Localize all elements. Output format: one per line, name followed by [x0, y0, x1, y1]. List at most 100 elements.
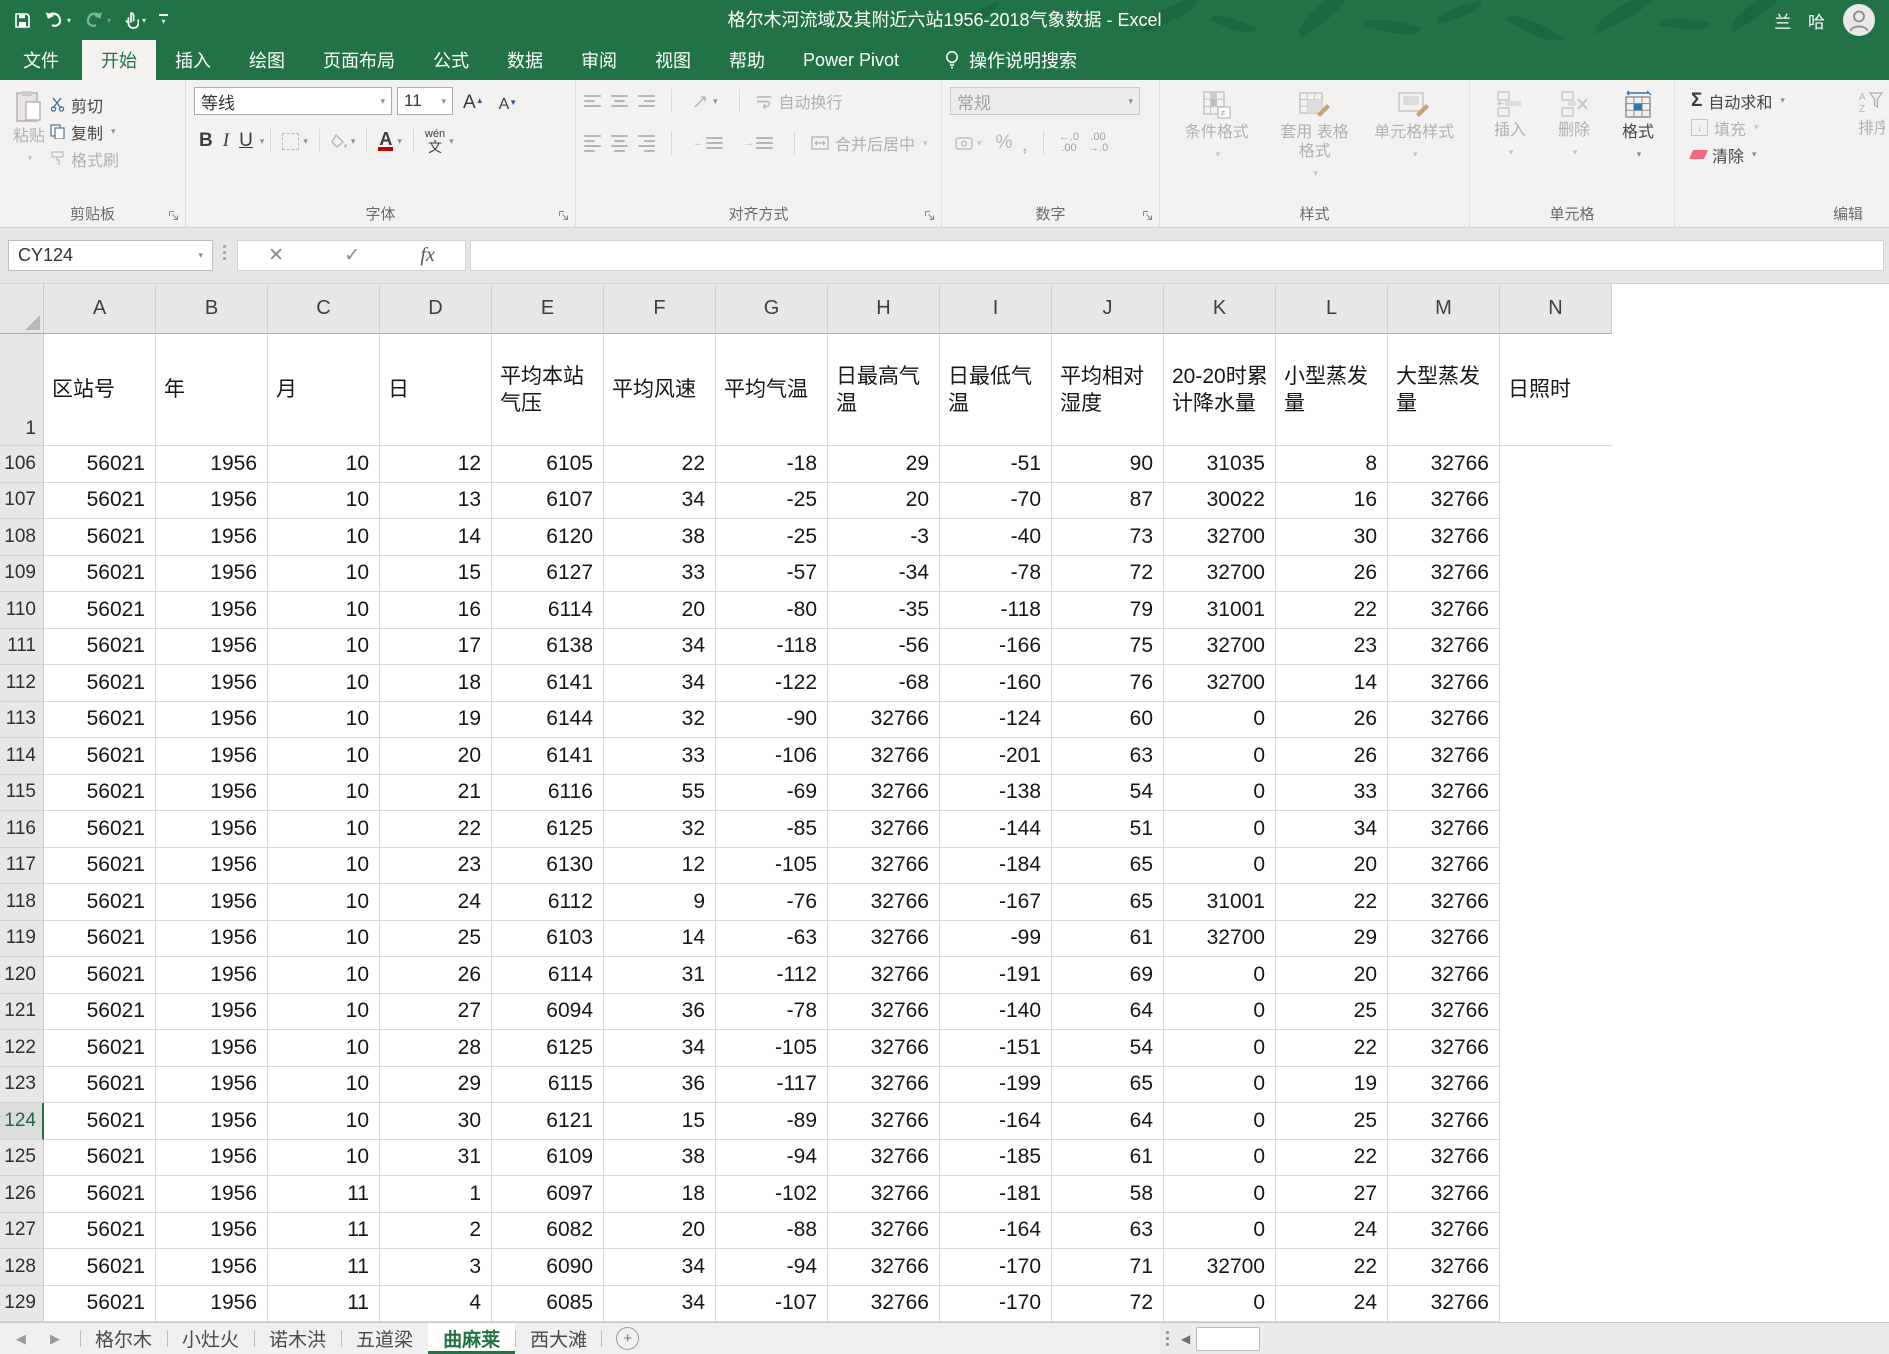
cell-N114[interactable]: [1500, 738, 1612, 775]
cell-M108[interactable]: 32766: [1388, 519, 1500, 556]
tell-me-search[interactable]: 操作说明搜索: [944, 40, 1077, 80]
cell-K127[interactable]: 0: [1164, 1213, 1276, 1250]
cell-J123[interactable]: 65: [1052, 1067, 1164, 1104]
cell-E119[interactable]: 6103: [492, 921, 604, 958]
italic-button[interactable]: I: [218, 128, 234, 154]
row-header-124[interactable]: 124: [0, 1103, 44, 1140]
cell-N127[interactable]: [1500, 1213, 1612, 1250]
row-header-125[interactable]: 125: [0, 1140, 44, 1177]
cell-A115[interactable]: 56021: [44, 775, 156, 812]
cell-J110[interactable]: 79: [1052, 592, 1164, 629]
cell-M1[interactable]: 大型蒸发量: [1388, 334, 1500, 446]
row-header-107[interactable]: 107: [0, 483, 44, 520]
row-header-122[interactable]: 122: [0, 1030, 44, 1067]
cell-M129[interactable]: 32766: [1388, 1286, 1500, 1323]
cell-N123[interactable]: [1500, 1067, 1612, 1104]
cell-M124[interactable]: 32766: [1388, 1103, 1500, 1140]
cell-I115[interactable]: -138: [940, 775, 1052, 812]
cell-N111[interactable]: [1500, 629, 1612, 666]
new-sheet-button[interactable]: +: [616, 1327, 639, 1350]
cell-C112[interactable]: 10: [268, 665, 380, 702]
cell-C106[interactable]: 10: [268, 446, 380, 483]
cell-L107[interactable]: 16: [1276, 483, 1388, 520]
cell-A121[interactable]: 56021: [44, 994, 156, 1031]
tab-insert[interactable]: 插入: [156, 40, 230, 80]
cell-C110[interactable]: 10: [268, 592, 380, 629]
comma-style-button[interactable]: ,: [1021, 138, 1027, 148]
cell-I118[interactable]: -167: [940, 884, 1052, 921]
align-left-icon[interactable]: [584, 135, 601, 152]
cell-D108[interactable]: 14: [380, 519, 492, 556]
cell-M119[interactable]: 32766: [1388, 921, 1500, 958]
cell-E125[interactable]: 6109: [492, 1140, 604, 1177]
cell-B125[interactable]: 1956: [156, 1140, 268, 1177]
cell-L106[interactable]: 8: [1276, 446, 1388, 483]
cell-L128[interactable]: 22: [1276, 1249, 1388, 1286]
cell-A117[interactable]: 56021: [44, 848, 156, 885]
column-header-H[interactable]: H: [828, 284, 940, 334]
cell-L112[interactable]: 14: [1276, 665, 1388, 702]
insert-cells-button[interactable]: 插入 ▾: [1478, 87, 1542, 203]
cell-F113[interactable]: 32: [604, 702, 716, 739]
cell-B114[interactable]: 1956: [156, 738, 268, 775]
cell-N124[interactable]: [1500, 1103, 1612, 1140]
cell-F108[interactable]: 38: [604, 519, 716, 556]
cell-F118[interactable]: 9: [604, 884, 716, 921]
cell-C115[interactable]: 10: [268, 775, 380, 812]
row-header-128[interactable]: 128: [0, 1249, 44, 1286]
undo-dropdown[interactable]: ▾: [67, 16, 71, 25]
cell-J108[interactable]: 73: [1052, 519, 1164, 556]
align-right-icon[interactable]: [638, 135, 655, 152]
cell-A109[interactable]: 56021: [44, 556, 156, 593]
cell-E109[interactable]: 6127: [492, 556, 604, 593]
sheet-tab-xiaozaohuo[interactable]: 小灶火: [167, 1323, 254, 1354]
cell-H120[interactable]: 32766: [828, 957, 940, 994]
cell-G118[interactable]: -76: [716, 884, 828, 921]
cell-E126[interactable]: 6097: [492, 1176, 604, 1213]
cell-M128[interactable]: 32766: [1388, 1249, 1500, 1286]
cell-I114[interactable]: -201: [940, 738, 1052, 775]
cell-K106[interactable]: 31035: [1164, 446, 1276, 483]
cell-L119[interactable]: 29: [1276, 921, 1388, 958]
align-top-icon[interactable]: [584, 95, 601, 107]
cell-F1[interactable]: 平均风速: [604, 334, 716, 446]
column-header-A[interactable]: A: [44, 284, 156, 334]
cell-E115[interactable]: 6116: [492, 775, 604, 812]
cell-D120[interactable]: 26: [380, 957, 492, 994]
cell-C127[interactable]: 11: [268, 1213, 380, 1250]
cell-D118[interactable]: 24: [380, 884, 492, 921]
cell-K128[interactable]: 32700: [1164, 1249, 1276, 1286]
cell-N115[interactable]: [1500, 775, 1612, 812]
cell-H106[interactable]: 29: [828, 446, 940, 483]
cell-I124[interactable]: -164: [940, 1103, 1052, 1140]
cell-K114[interactable]: 0: [1164, 738, 1276, 775]
cell-N106[interactable]: [1500, 446, 1612, 483]
cell-E127[interactable]: 6082: [492, 1213, 604, 1250]
cell-F127[interactable]: 20: [604, 1213, 716, 1250]
row-header-112[interactable]: 112: [0, 665, 44, 702]
cell-C124[interactable]: 10: [268, 1103, 380, 1140]
cell-G115[interactable]: -69: [716, 775, 828, 812]
cell-J109[interactable]: 72: [1052, 556, 1164, 593]
save-button[interactable]: [14, 12, 31, 29]
phonetic-guide-button[interactable]: wén 文 ▾: [420, 127, 459, 156]
scrollbar-thumb[interactable]: [1196, 1327, 1260, 1351]
cell-J116[interactable]: 51: [1052, 811, 1164, 848]
cell-N120[interactable]: [1500, 957, 1612, 994]
cell-G119[interactable]: -63: [716, 921, 828, 958]
sheet-nav-right-arrow[interactable]: ▶: [50, 1331, 60, 1347]
cell-L115[interactable]: 33: [1276, 775, 1388, 812]
cell-B120[interactable]: 1956: [156, 957, 268, 994]
cell-B111[interactable]: 1956: [156, 629, 268, 666]
cell-I111[interactable]: -166: [940, 629, 1052, 666]
fill-color-button[interactable]: ▾: [326, 132, 361, 151]
cell-D127[interactable]: 2: [380, 1213, 492, 1250]
cell-I128[interactable]: -170: [940, 1249, 1052, 1286]
column-header-D[interactable]: D: [380, 284, 492, 334]
cell-G125[interactable]: -94: [716, 1140, 828, 1177]
cell-G106[interactable]: -18: [716, 446, 828, 483]
cancel-entry-button[interactable]: ✕: [268, 244, 284, 267]
cell-J127[interactable]: 63: [1052, 1213, 1164, 1250]
cell-E118[interactable]: 6112: [492, 884, 604, 921]
tab-file[interactable]: 文件: [0, 40, 82, 80]
